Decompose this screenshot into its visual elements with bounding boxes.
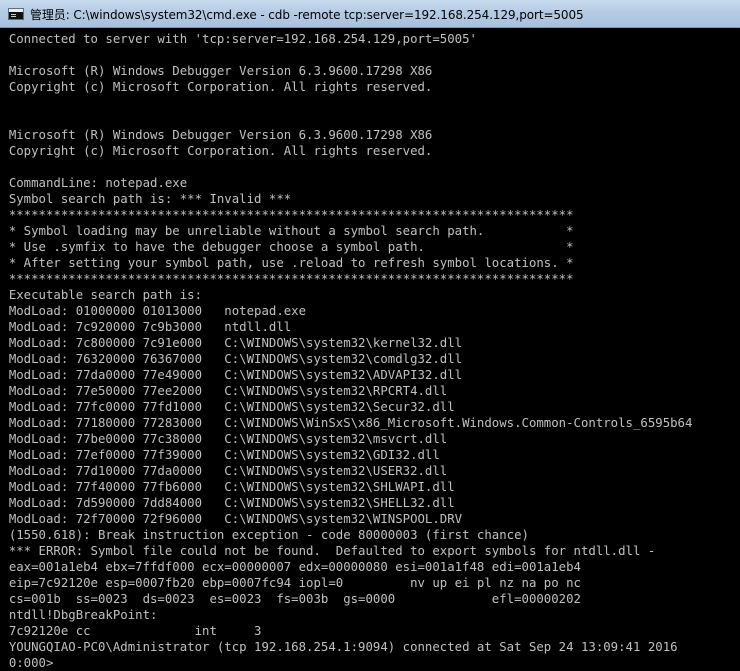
console-line: Symbol search path is: *** Invalid *** <box>8 191 292 206</box>
console-line: ModLoad: 01000000 01013000 notepad.exe <box>8 303 307 318</box>
console-line: ModLoad: 77be0000 77c38000 C:\WINDOWS\sy… <box>8 431 448 446</box>
console-line: *** ERROR: Symbol file could not be foun… <box>8 543 656 558</box>
console-line: Connected to server with 'tcp:server=192… <box>8 31 477 46</box>
console-app-icon[interactable] <box>8 8 24 20</box>
console-line: Copyright (c) Microsoft Corporation. All… <box>8 79 433 94</box>
console-line: ModLoad: 7c800000 7c91e000 C:\WINDOWS\sy… <box>8 335 463 350</box>
console-line: ModLoad: 77f40000 77fb6000 C:\WINDOWS\sy… <box>8 479 455 494</box>
console-line: ModLoad: 77fc0000 77fd1000 C:\WINDOWS\sy… <box>8 399 455 414</box>
console-line: ModLoad: 77da0000 77e49000 C:\WINDOWS\sy… <box>8 367 463 382</box>
console-line: ****************************************… <box>8 207 574 222</box>
console-line: ****************************************… <box>8 271 574 286</box>
command-prompt[interactable]: 0:000> <box>9 655 725 671</box>
console-text: Connected to server with 'tcp:server=192… <box>0 28 725 671</box>
console-line: eax=001a1eb4 ebx=7ffdf000 ecx=00000007 e… <box>8 559 581 574</box>
console-output-area[interactable]: Connected to server with 'tcp:server=192… <box>0 28 740 671</box>
console-line: CommandLine: notepad.exe <box>8 175 188 190</box>
console-line: Microsoft (R) Windows Debugger Version 6… <box>8 127 433 142</box>
console-line: (1550.618): Break instruction exception … <box>8 527 529 542</box>
console-line: * Symbol loading may be unreliable witho… <box>8 223 574 238</box>
console-line: * After setting your symbol path, use .r… <box>8 255 574 270</box>
console-line: ModLoad: 72f70000 72f96000 C:\WINDOWS\sy… <box>8 511 463 526</box>
window-title: 管理员: C:\windows\system32\cmd.exe - cdb -… <box>30 8 584 22</box>
console-line: ModLoad: 77ef0000 77f39000 C:\WINDOWS\sy… <box>8 447 440 462</box>
console-line: cs=001b ss=0023 ds=0023 es=0023 fs=003b … <box>8 591 581 606</box>
console-line: eip=7c92120e esp=0007fb20 ebp=0007fc94 i… <box>8 575 581 590</box>
window-title-bar[interactable]: 管理员: C:\windows\system32\cmd.exe - cdb -… <box>0 0 740 28</box>
console-line: * Use .symfix to have the debugger choos… <box>8 239 574 254</box>
console-line: Executable search path is: <box>8 287 203 302</box>
console-line: ModLoad: 7c920000 7c9b3000 ntdll.dll <box>8 319 292 334</box>
console-line: ModLoad: 77e50000 77ee2000 C:\WINDOWS\sy… <box>8 383 448 398</box>
console-line: YOUNGQIAO-PC0\Administrator (tcp 192.168… <box>8 639 678 654</box>
console-line: ModLoad: 76320000 76367000 C:\WINDOWS\sy… <box>8 351 463 366</box>
console-line: Microsoft (R) Windows Debugger Version 6… <box>8 63 433 78</box>
console-line: ModLoad: 7d590000 7dd84000 C:\WINDOWS\sy… <box>8 495 455 510</box>
console-line: 7c92120e cc int 3 <box>8 623 262 638</box>
console-line: ModLoad: 77180000 77283000 C:\WINDOWS\Wi… <box>8 415 693 430</box>
console-line: ModLoad: 77d10000 77da0000 C:\WINDOWS\sy… <box>8 463 448 478</box>
console-line: Copyright (c) Microsoft Corporation. All… <box>8 143 433 158</box>
console-line: ntdll!DbgBreakPoint: <box>8 607 158 622</box>
